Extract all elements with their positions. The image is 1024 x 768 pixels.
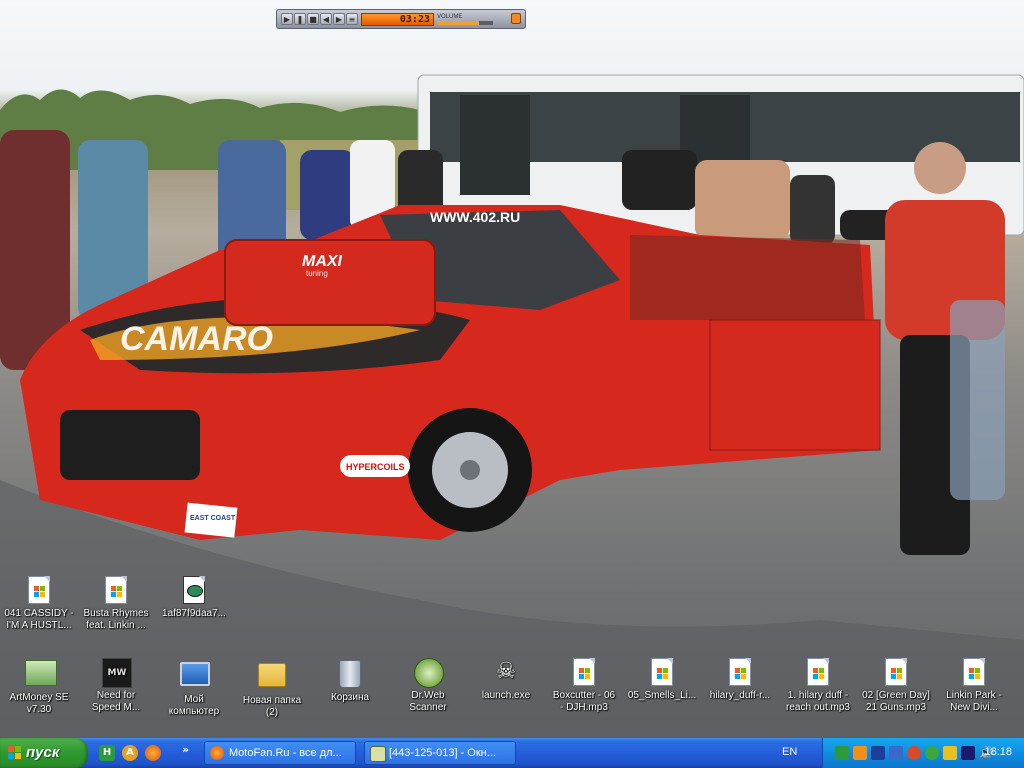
icon-label: Boxcutter - 06 - DJH.mp3 bbox=[552, 690, 616, 713]
next-icon[interactable]: ▶ bbox=[333, 13, 345, 25]
wmp-audio-file-icon bbox=[648, 658, 676, 688]
icon-label: 05_Smells_Li... bbox=[627, 690, 697, 701]
desktop-icon-artmoney[interactable]: ArtMoney SE v7.30 bbox=[1, 658, 77, 716]
maxi-scoop-text: MAXI bbox=[302, 253, 343, 270]
show-desktop-icon[interactable]: H bbox=[99, 745, 115, 761]
icon-label: Linkin Park - New Divi... bbox=[946, 690, 1002, 713]
task-label: [443-125-013] - Окн... bbox=[389, 747, 496, 759]
desktop-icon-linkin[interactable]: Linkin Park - New Divi... bbox=[936, 658, 1012, 714]
player-close-icon[interactable] bbox=[511, 13, 521, 24]
icon-label: 02 [Green Day] 21 Guns.mp3 bbox=[862, 690, 930, 713]
desktop-icon-boxcutter[interactable]: Boxcutter - 06 - DJH.mp3 bbox=[546, 658, 622, 714]
icon-label: Мой компьютер bbox=[168, 694, 220, 717]
launch-exe-icon: ☠ bbox=[496, 659, 516, 684]
nfs-most-wanted-icon: MW bbox=[102, 658, 132, 688]
desktop-icon-hilary1[interactable]: hilary_duff-r... bbox=[702, 658, 778, 702]
icon-label: Dr.Web Scanner bbox=[409, 690, 447, 713]
icon-label: 1. hilary duff - reach out.mp3 bbox=[786, 690, 850, 713]
clock[interactable]: 18:18 bbox=[984, 746, 1012, 758]
language-indicator[interactable]: EN bbox=[782, 746, 797, 758]
volume-slider-fill bbox=[437, 21, 479, 25]
wmp-audio-file-icon bbox=[960, 658, 988, 688]
play-icon[interactable]: ▶ bbox=[281, 13, 293, 25]
aimp-tray-icon[interactable] bbox=[835, 746, 849, 760]
icon-label: 1af87f9daa7... bbox=[162, 608, 226, 619]
network-tray-icon[interactable] bbox=[871, 746, 885, 760]
firefox-icon bbox=[210, 746, 224, 760]
website-banner-text: WWW.402.RU bbox=[430, 209, 520, 225]
desktop-icon-smells[interactable]: 05_Smells_Li... bbox=[624, 658, 700, 702]
maxi-tuning-text: tuning bbox=[306, 269, 328, 278]
start-label: пуск bbox=[26, 744, 60, 761]
icon-label: launch.exe bbox=[481, 690, 531, 701]
eastcoast-decal: EAST COAST bbox=[190, 515, 236, 522]
wmp-audio-file-icon bbox=[882, 658, 910, 688]
task-label: MotoFan.Ru - все дл... bbox=[229, 747, 342, 759]
volume-slider[interactable] bbox=[437, 21, 493, 25]
icon-label: Busta Rhymes feat. Linkin ... bbox=[83, 608, 149, 631]
desktop-icon-nfs[interactable]: MW Need for Speed M... bbox=[78, 658, 154, 714]
player-time: 03:23 bbox=[361, 13, 434, 26]
recycle-bin-icon bbox=[336, 660, 364, 690]
network2-tray-icon[interactable] bbox=[889, 746, 903, 760]
pause-icon[interactable]: ❚ bbox=[294, 13, 306, 25]
drweb-tray-icon[interactable] bbox=[925, 746, 939, 760]
hypercoils-decal: HYPERCOILS bbox=[346, 462, 405, 472]
artmoney-icon bbox=[25, 660, 57, 690]
wmp-audio-file-icon bbox=[570, 658, 598, 688]
desktop-icon-greenday[interactable]: 02 [Green Day] 21 Guns.mp3 bbox=[858, 658, 934, 714]
aimp-icon[interactable]: A bbox=[122, 745, 138, 761]
firefox-icon[interactable] bbox=[145, 745, 161, 761]
desktop-icon-launch[interactable]: ☠ launch.exe bbox=[468, 658, 544, 702]
drweb-scanner-icon bbox=[414, 658, 444, 688]
desktop-icon-mycomputer[interactable]: Мой компьютер bbox=[156, 658, 232, 718]
media-player-widget: ▶ ❚ ■ ◀ ▶ ≡ 03:23 VOLUME bbox=[276, 9, 526, 29]
desktop-icon-busta[interactable]: Busta Rhymes feat. Linkin ... bbox=[78, 576, 154, 632]
shield-tray-icon[interactable] bbox=[907, 746, 921, 760]
start-button[interactable]: пуск bbox=[0, 738, 88, 768]
wmp-audio-file-icon bbox=[804, 658, 832, 688]
windows-flag-icon bbox=[8, 746, 22, 760]
desktop-icon-exe[interactable]: 1af87f9daa7... bbox=[156, 576, 232, 620]
sync-tray-icon[interactable] bbox=[943, 746, 957, 760]
taskbar: пуск H A » MotoFan.Ru - все дл... [443-1… bbox=[0, 738, 1024, 768]
playlist-icon[interactable]: ≡ bbox=[346, 13, 358, 25]
icon-label: Need for Speed M... bbox=[91, 690, 141, 713]
quick-launch-more[interactable]: » bbox=[182, 743, 189, 756]
desktop-icon-cassidy[interactable]: 041 CASSIDY - I'M A HUSTL... bbox=[1, 576, 77, 632]
icon-label: Корзина bbox=[330, 692, 370, 703]
desktop-icon-hilary2[interactable]: 1. hilary duff - reach out.mp3 bbox=[780, 658, 856, 714]
agent-tray-icon[interactable] bbox=[961, 746, 975, 760]
wmp-audio-file-icon bbox=[102, 576, 130, 606]
desktop-wallpaper: WWW.402.RU MAXI tuning CAMARO HYPERCOILS… bbox=[0, 0, 1024, 738]
stop-icon[interactable]: ■ bbox=[307, 13, 319, 25]
media-tray-icon[interactable] bbox=[853, 746, 867, 760]
icon-label: ArtMoney SE v7.30 bbox=[9, 692, 69, 715]
previous-icon[interactable]: ◀ bbox=[320, 13, 332, 25]
desktop-icon-drweb[interactable]: Dr.Web Scanner bbox=[390, 658, 466, 714]
task-button-window[interactable]: [443-125-013] - Окн... bbox=[364, 741, 516, 765]
icon-label: Новая папка (2) bbox=[242, 695, 302, 718]
window-icon bbox=[370, 746, 386, 762]
desktop-icon-recyclebin[interactable]: Корзина bbox=[312, 658, 388, 704]
camaro-hood-text: CAMARO bbox=[120, 320, 273, 358]
task-button-motofan[interactable]: MotoFan.Ru - все дл... bbox=[204, 741, 356, 765]
my-computer-icon bbox=[180, 662, 210, 692]
desktop-icon-newfolder[interactable]: Новая папка (2) bbox=[234, 658, 310, 719]
exe-file-icon bbox=[180, 576, 208, 606]
icon-label: 041 CASSIDY - I'M A HUSTL... bbox=[4, 608, 74, 631]
wmp-audio-file-icon bbox=[726, 658, 754, 688]
icon-label: hilary_duff-r... bbox=[709, 690, 771, 701]
wmp-audio-file-icon bbox=[25, 576, 53, 606]
folder-icon bbox=[258, 663, 286, 693]
system-tray: 🔊 18:18 bbox=[822, 738, 1024, 768]
